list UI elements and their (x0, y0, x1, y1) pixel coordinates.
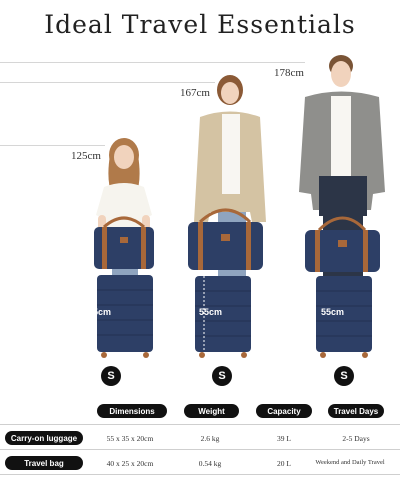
header-travel-days: Travel Days (328, 404, 384, 418)
size-badge-2: S (212, 366, 232, 386)
table-cell: 0.54 kg (198, 459, 222, 468)
table-divider-bottom (0, 474, 400, 475)
header-capacity: Capacity (256, 404, 312, 418)
table-divider-middle (0, 449, 400, 450)
row-label-carry-on: Carry-on luggage (5, 431, 83, 445)
child-illustration (93, 138, 154, 358)
table-cell: 55 x 35 x 20cm (106, 434, 154, 443)
suitcase-height-label-3: 55cm (321, 307, 345, 317)
header-dimensions: Dimensions (97, 404, 167, 418)
table-cell: 2-5 Days (342, 434, 370, 443)
figure-man (295, 52, 395, 364)
height-line-178 (0, 62, 305, 63)
table-divider-top (0, 424, 400, 425)
woman-illustration (188, 75, 266, 358)
table-cell: 2.6 kg (200, 434, 220, 443)
header-weight: Weight (184, 404, 239, 418)
suitcase-height-label-2: 55cm (199, 307, 223, 317)
page-title: Ideal Travel Essentials (44, 10, 356, 39)
size-badge-3: S (334, 366, 354, 386)
figure-child (72, 135, 172, 365)
row-label-travel-bag: Travel bag (5, 456, 83, 470)
table-cell: 40 x 25 x 20cm (106, 459, 154, 468)
figure-woman (178, 72, 278, 364)
table-cell: 39 L (277, 434, 291, 443)
table-cell: Weekend and Daily Travel (315, 459, 385, 466)
man-illustration (299, 55, 385, 358)
suitcase-height-label-1: 55cm (88, 307, 112, 317)
size-badge-1: S (101, 366, 121, 386)
